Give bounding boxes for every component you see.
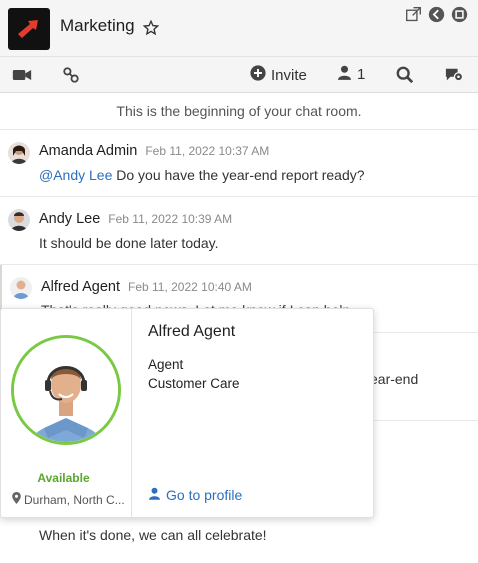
avatar[interactable] <box>10 277 32 299</box>
invite-label: Invite <box>271 66 307 84</box>
message-timestamp: Feb 11, 2022 10:37 AM <box>145 144 270 158</box>
profile-department: Customer Care <box>148 376 240 391</box>
room-logo <box>8 8 50 50</box>
user-icon <box>149 487 160 503</box>
members-button[interactable]: 1 <box>338 65 365 84</box>
minimize-icon[interactable] <box>451 6 468 23</box>
avatar[interactable] <box>8 209 30 231</box>
search-icon[interactable] <box>396 66 416 84</box>
presence-status: Available <box>37 471 90 485</box>
message-timestamp: Feb 11, 2022 10:40 AM <box>128 280 252 294</box>
chat-settings-icon[interactable] <box>444 66 464 84</box>
chat-beginning-notice: This is the beginning of your chat room. <box>0 93 478 130</box>
message-text: Do you have the year-end report ready? <box>112 167 365 183</box>
profile-name: Alfred Agent <box>148 323 236 340</box>
popout-icon[interactable] <box>405 6 422 23</box>
message-text: ear-end <box>370 371 419 387</box>
profile-popover: Available Durham, North C... Alfred Agen… <box>0 308 374 518</box>
user-mention[interactable]: @Andy Lee <box>39 167 112 183</box>
chat-message: Amanda Admin Feb 11, 2022 10:37 AM @Andy … <box>0 130 478 197</box>
message-text: It should be done later today. <box>39 235 219 251</box>
chat-toolbar: Invite 1 <box>0 57 478 93</box>
back-icon[interactable] <box>428 6 445 23</box>
profile-location: Durham, North C... <box>24 492 125 507</box>
invite-button[interactable]: Invite <box>250 65 307 85</box>
user-icon <box>338 65 351 84</box>
go-to-profile-link[interactable]: Go to profile <box>149 487 242 503</box>
favorite-star-icon[interactable] <box>142 19 160 37</box>
location-pin-icon <box>12 492 21 507</box>
message-timestamp: Feb 11, 2022 10:39 AM <box>108 212 233 226</box>
profile-popover-left: Available Durham, North C... <box>1 309 132 517</box>
message-author[interactable]: Andy Lee <box>39 211 100 227</box>
avatar[interactable] <box>8 142 30 164</box>
member-count: 1 <box>357 66 366 83</box>
message-author[interactable]: Amanda Admin <box>39 143 137 159</box>
profile-avatar <box>11 335 121 445</box>
room-title: Marketing <box>60 16 135 35</box>
video-camera-icon[interactable] <box>12 66 32 84</box>
go-to-profile-label: Go to profile <box>166 487 243 503</box>
message-author[interactable]: Alfred Agent <box>41 279 120 295</box>
message-text: When it's done, we can all celebrate! <box>39 527 267 543</box>
link-icon[interactable] <box>62 66 82 84</box>
plus-circle-icon <box>250 65 266 85</box>
profile-role: Agent <box>148 357 184 372</box>
chat-message: Andy Lee Feb 11, 2022 10:39 AM It should … <box>0 197 478 265</box>
chat-header: Marketing <box>0 0 478 57</box>
